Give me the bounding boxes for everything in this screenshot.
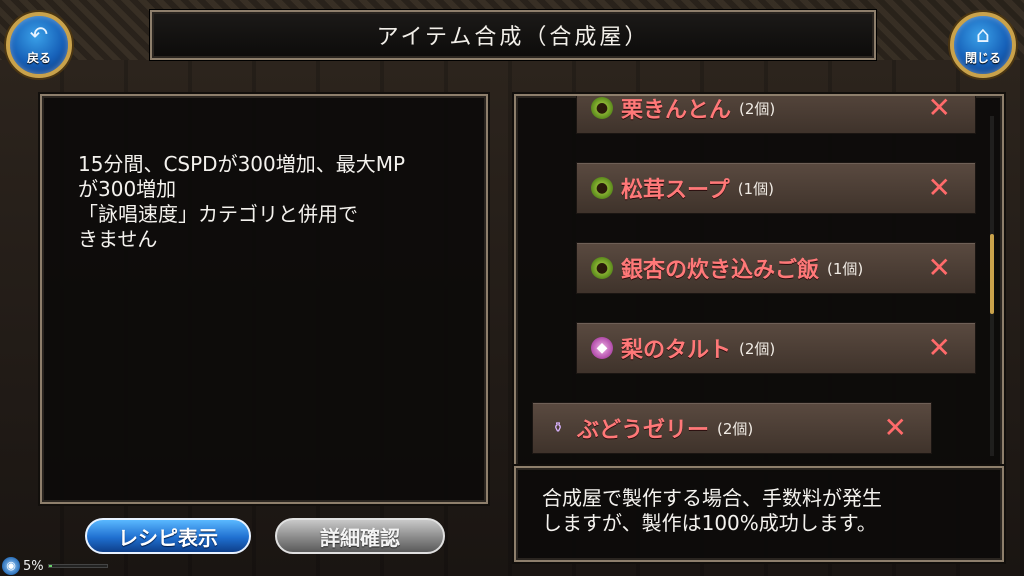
back-button-label: 戻る (26, 50, 51, 65)
ingredient-list-panel[interactable]: ● 栗きんとん (2個) ✕ ● 松茸スープ (1個) ✕ ● 銀杏の炊き込みご… (514, 94, 1004, 470)
ingredient-name: 銀杏の炊き込みご飯 (621, 258, 820, 283)
ingredient-name: 松茸スープ (621, 178, 730, 203)
back-button[interactable]: ↶ 戻る (6, 12, 72, 78)
remove-icon[interactable]: ✕ (928, 333, 951, 363)
potion-icon: ⚱ (552, 420, 564, 436)
ingredient-item[interactable]: ◆ 梨のタルト (2個) ✕ (576, 322, 976, 374)
scrollbar-thumb[interactable] (990, 234, 994, 314)
food-icon: ● (591, 97, 613, 119)
food-icon: ● (591, 257, 613, 279)
food-icon: ● (591, 177, 613, 199)
info-panel: 合成屋で製作する場合、手数料が発生 しますが、製作は100%成功します。 (514, 466, 1004, 562)
remove-icon[interactable]: ✕ (928, 173, 951, 203)
status-gauge (47, 564, 108, 568)
remove-icon[interactable]: ✕ (928, 253, 951, 283)
status-bar: ◉ 5% (0, 556, 200, 576)
status-percent: 5% (23, 558, 44, 574)
ingredient-item[interactable]: ● 栗きんとん (2個) ✕ (576, 96, 976, 134)
remove-icon[interactable]: ✕ (884, 413, 907, 443)
close-button-label: 閉じる (964, 50, 1001, 65)
ingredient-qty: (1個) (737, 179, 774, 198)
ingredient-qty: (1個) (827, 259, 864, 278)
ingredient-name: 梨のタルト (621, 338, 732, 363)
item-description-text: 15分間、CSPDが300増加、最大MP が300増加 「詠唱速度」カテゴリと併… (78, 152, 406, 251)
ingredient-item-dragging[interactable]: ⚱ ぶどうゼリー (2個) ✕ (532, 402, 932, 454)
info-text: 合成屋で製作する場合、手数料が発生 しますが、製作は100%成功します。 (542, 486, 882, 535)
detail-confirm-button[interactable]: 詳細確認 (275, 518, 445, 554)
status-icon: ◉ (2, 557, 20, 575)
cake-icon: ◆ (591, 337, 613, 359)
back-arrow-icon: ↶ (29, 22, 49, 48)
page-title: アイテム合成（合成屋） (376, 25, 650, 50)
recipe-display-button[interactable]: レシピ表示 (85, 518, 251, 554)
ingredient-name: ぶどうゼリー (577, 418, 710, 443)
ingredient-qty: (2個) (739, 339, 776, 358)
ingredient-item[interactable]: ● 銀杏の炊き込みご飯 (1個) ✕ (576, 242, 976, 294)
ingredient-qty: (2個) (717, 419, 754, 438)
close-button[interactable]: ⌂ 閉じる (950, 12, 1016, 78)
item-description-panel: 15分間、CSPDが300増加、最大MP が300増加 「詠唱速度」カテゴリと併… (40, 94, 488, 504)
title-bar: アイテム合成（合成屋） (150, 10, 876, 60)
ingredient-item[interactable]: ● 松茸スープ (1個) ✕ (576, 162, 976, 214)
remove-icon[interactable]: ✕ (928, 96, 951, 123)
home-icon: ⌂ (976, 22, 990, 48)
status-gauge-fill (48, 565, 52, 567)
ingredient-name: 栗きんとん (621, 98, 732, 123)
ingredient-qty: (2個) (739, 99, 776, 118)
